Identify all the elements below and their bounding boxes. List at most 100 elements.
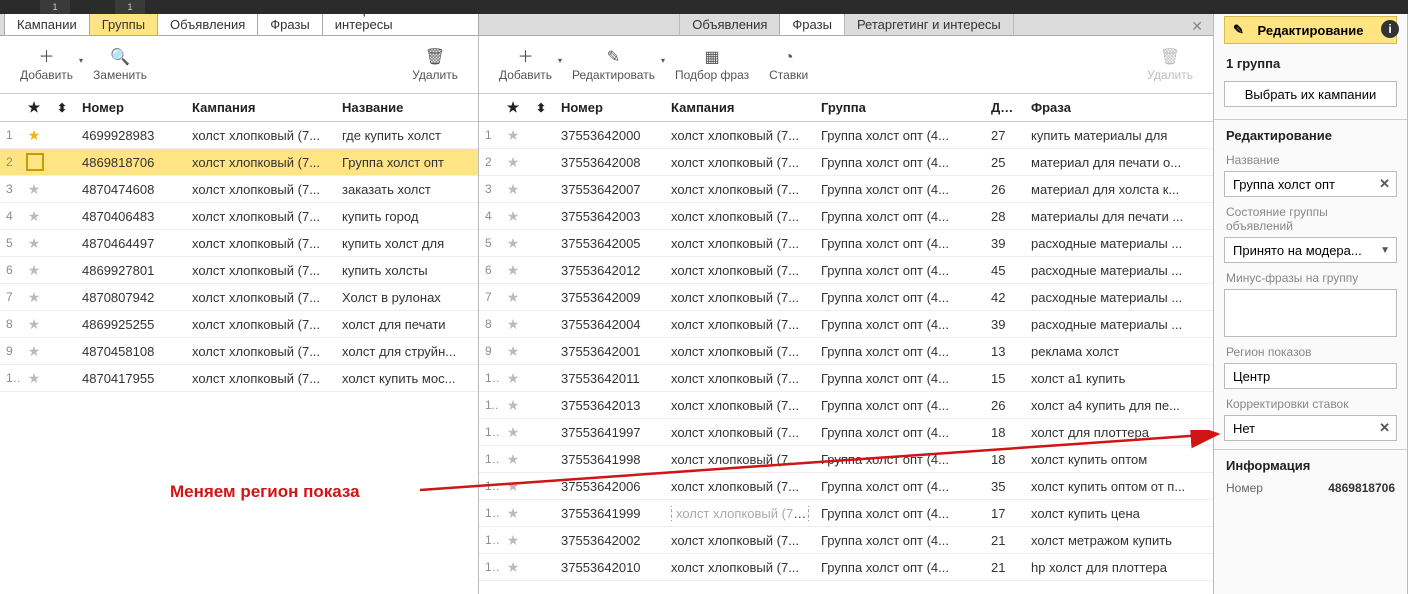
col-name[interactable]: Название [336,100,476,115]
tool-label: Подбор фраз [675,68,749,82]
table-row[interactable]: 15★37553641999холст хлопковый (7...Групп… [479,500,1213,527]
close-icon[interactable]: ✕ [1191,18,1203,35]
col-campaign[interactable]: Кампания [665,100,815,115]
table-row[interactable]: 14★37553642006холст хлопковый (7...Групп… [479,473,1213,500]
star-icon[interactable]: ★ [499,478,527,495]
star-icon[interactable]: ★ [499,505,527,522]
col-length[interactable]: Дл... [985,100,1025,115]
table-row[interactable]: 1★4699928983холст хлопковый (7...где куп… [0,122,478,149]
star-icon[interactable]: ★ [499,370,527,387]
star-icon[interactable]: ★ [499,99,527,116]
state-select[interactable]: Принято на модера... ▼ [1224,237,1397,263]
table-row[interactable]: 11★37553642013холст хлопковый (7...Групп… [479,392,1213,419]
table-row[interactable]: 7★4870807942холст хлопковый (7...Холст в… [0,284,478,311]
table-row[interactable]: 8★4869925255холст хлопковый (7...холст д… [0,311,478,338]
table-row[interactable]: 6★4869927801холст хлопковый (7...купить … [0,257,478,284]
select-campaigns-button[interactable]: Выбрать их кампании [1224,81,1397,107]
col-phrase[interactable]: Фраза [1025,100,1195,115]
star-icon[interactable]: ★ [499,424,527,441]
table-row[interactable]: 1★37553642000холст хлопковый (7...Группа… [479,122,1213,149]
table-row[interactable]: 3★4870474608холст хлопковый (7...заказат… [0,176,478,203]
bids-field[interactable]: Нет ✕ [1224,415,1397,441]
star-icon[interactable]: ★ [20,99,48,116]
star-icon[interactable]: ★ [499,262,527,279]
star-icon[interactable]: ★ [499,559,527,576]
edit-mode-button[interactable]: ✎ Редактирование [1224,16,1397,44]
star-icon[interactable]: ★ [20,262,48,279]
star-icon[interactable]: ★ [20,343,48,360]
table-row[interactable]: 2★37553642008холст хлопковый (7...Группа… [479,149,1213,176]
clear-icon[interactable]: ✕ [1379,176,1390,192]
table-row[interactable]: 9★37553642001холст хлопковый (7...Группа… [479,338,1213,365]
cell-campaign: холст хлопковый (7... [186,155,336,170]
star-icon[interactable]: ★ [20,208,48,225]
name-field[interactable]: Группа холст опт ✕ [1224,171,1397,197]
table-row[interactable]: 10★37553642011холст хлопковый (7...Групп… [479,365,1213,392]
table-row[interactable]: 10★4870417955холст хлопковый (7...холст … [0,365,478,392]
table-row[interactable]: 4★4870406483холст хлопковый (7...купить … [0,203,478,230]
table-row[interactable]: 17★37553642010холст хлопковый (7...Групп… [479,554,1213,581]
tab-groups[interactable]: Группы [89,12,158,35]
col-number[interactable]: Номер [76,100,186,115]
edit-button-mid[interactable]: ✎Редактировать▾ [562,48,665,82]
col-number[interactable]: Номер [555,100,665,115]
star-icon[interactable]: ★ [499,154,527,171]
delete-button[interactable]: 🗑Удалить [402,48,468,82]
star-icon[interactable]: ★ [499,451,527,468]
cell-campaign: холст хлопковый (7... [665,479,815,494]
star-icon[interactable]: ★ [20,316,48,333]
cell-campaign: холст хлопковый (7... [186,128,336,143]
table-row[interactable]: 3★37553642007холст хлопковый (7...Группа… [479,176,1213,203]
table-row[interactable]: 12★37553641997холст хлопковый (7...Групп… [479,419,1213,446]
col-group[interactable]: Группа [815,100,985,115]
star-icon[interactable]: ★ [20,153,48,171]
star-icon[interactable]: ★ [20,235,48,252]
star-icon[interactable]: ★ [499,397,527,414]
minus-textarea[interactable] [1224,289,1397,337]
row-index: 11 [479,398,499,412]
star-icon[interactable]: ★ [499,532,527,549]
sort-icon[interactable]: ⬍ [48,101,76,115]
tab-ads[interactable]: Объявления [157,12,258,35]
row-index: 2 [479,155,499,169]
star-icon[interactable]: ★ [499,208,527,225]
star-icon[interactable]: ★ [499,127,527,144]
table-row[interactable]: 6★37553642012холст хлопковый (7...Группа… [479,257,1213,284]
add-button[interactable]: ＋Добавить▾ [10,48,83,82]
star-icon[interactable]: ★ [20,181,48,198]
region-field[interactable]: Центр [1224,363,1397,389]
add-button-mid[interactable]: ＋Добавить▾ [489,48,562,82]
star-icon[interactable]: ★ [20,370,48,387]
star-icon[interactable]: ★ [499,181,527,198]
star-icon[interactable]: ★ [499,343,527,360]
table-row[interactable]: 2★4869818706холст хлопковый (7...Группа … [0,149,478,176]
star-icon[interactable]: ★ [20,127,48,144]
tab-phrases[interactable]: Фразы [257,12,323,35]
table-row[interactable]: 7★37553642009холст хлопковый (7...Группа… [479,284,1213,311]
tab-retarget-mid[interactable]: Ретаргетинг и интересы [844,12,1014,35]
cell-group: Группа холст опт (4... [815,263,985,278]
group-count: 1 группа [1214,50,1407,75]
table-row[interactable]: 8★37553642004холст хлопковый (7...Группа… [479,311,1213,338]
pick-button[interactable]: ▦Подбор фраз [665,48,759,82]
star-icon[interactable]: ★ [499,316,527,333]
table-row[interactable]: 13★37553641998холст хлопковый (7...Групп… [479,446,1213,473]
cell-name: Группа холст опт [336,155,476,170]
table-row[interactable]: 5★4870464497холст хлопковый (7...купить … [0,230,478,257]
replace-button[interactable]: 🔍Заменить [83,48,157,82]
table-row[interactable]: 4★37553642003холст хлопковый (7...Группа… [479,203,1213,230]
info-icon[interactable]: i [1381,20,1399,38]
table-row[interactable]: 16★37553642002холст хлопковый (7...Групп… [479,527,1213,554]
table-row[interactable]: 9★4870458108холст хлопковый (7...холст д… [0,338,478,365]
clear-icon[interactable]: ✕ [1379,420,1390,436]
bids-button[interactable]: ◔Ставки [759,48,818,82]
star-icon[interactable]: ★ [20,289,48,306]
tab-campaigns[interactable]: Кампании [4,12,90,35]
col-campaign[interactable]: Кампания [186,100,336,115]
star-icon[interactable]: ★ [499,235,527,252]
table-row[interactable]: 5★37553642005холст хлопковый (7...Группа… [479,230,1213,257]
sort-icon[interactable]: ⬍ [527,101,555,115]
tab-phrases-mid[interactable]: Фразы [779,12,845,35]
tab-ads-mid[interactable]: Объявления [679,12,780,35]
star-icon[interactable]: ★ [499,289,527,306]
